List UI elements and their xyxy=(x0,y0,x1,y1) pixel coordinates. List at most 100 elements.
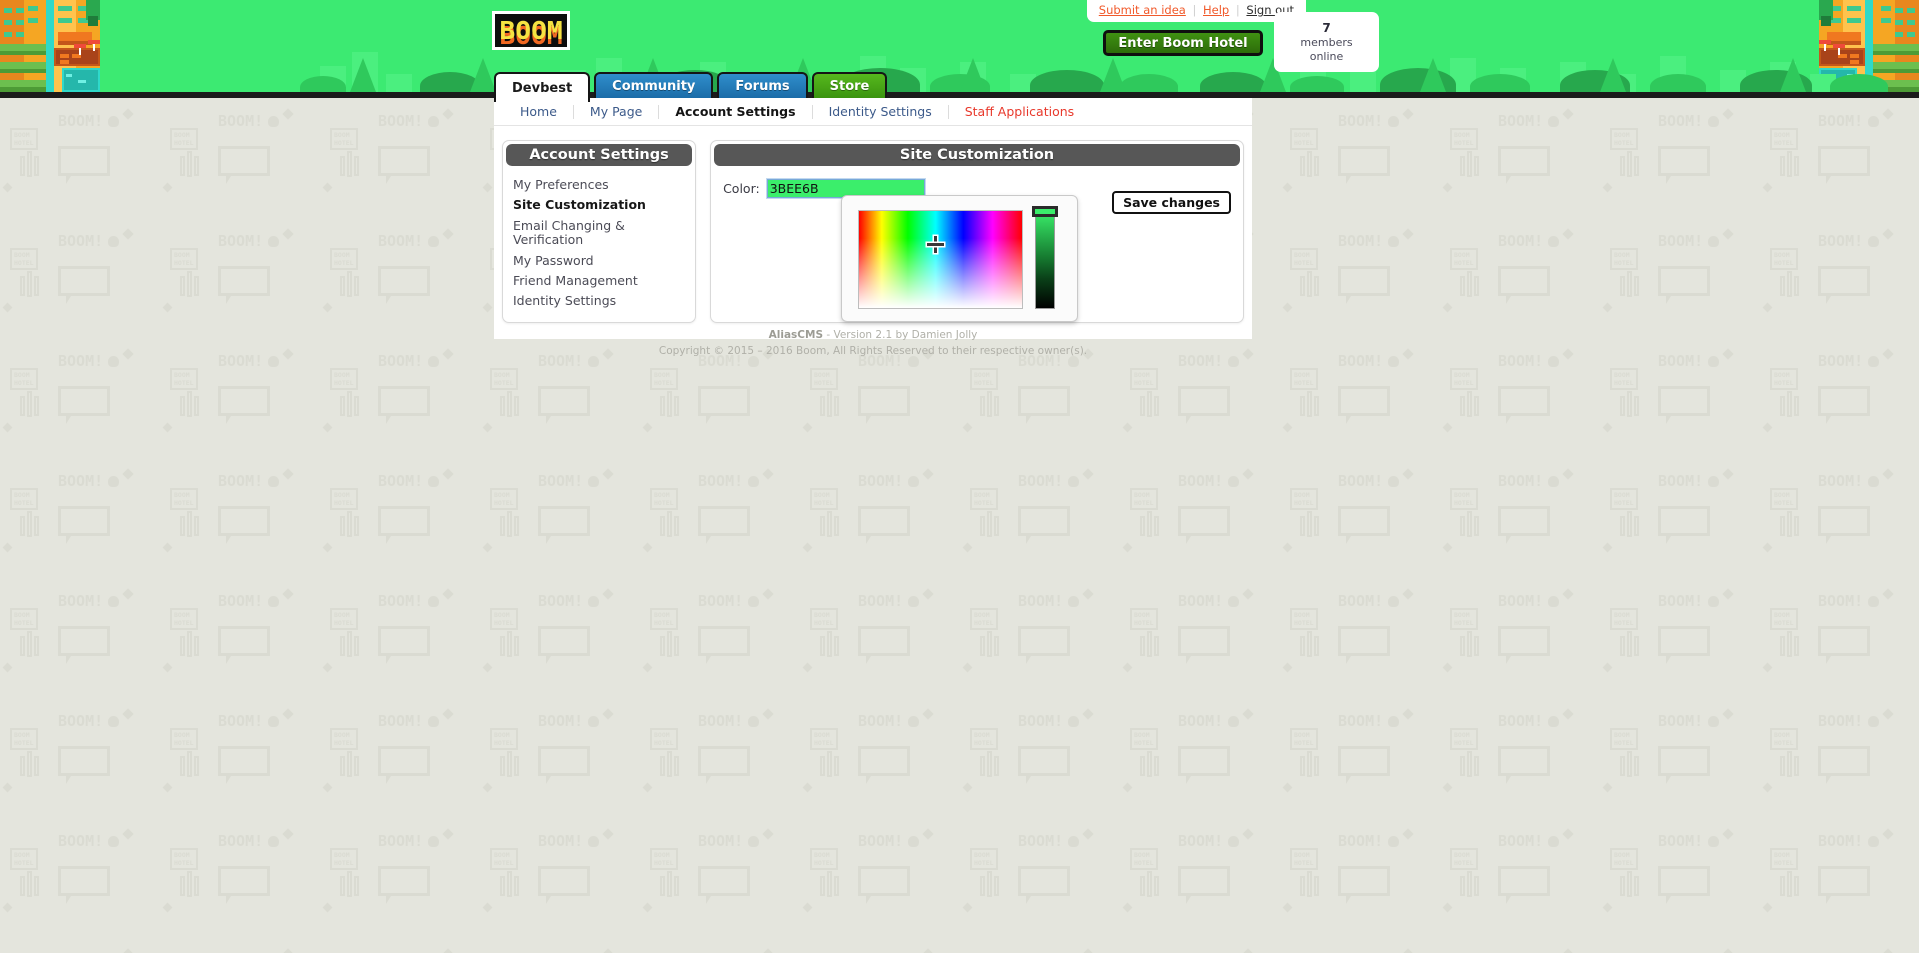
watermark-diamond xyxy=(1882,588,1894,600)
watermark-diamond xyxy=(602,948,614,953)
watermark-speech-bubble xyxy=(1818,746,1870,776)
watermark-building xyxy=(1314,876,1319,896)
watermark-boom-hotel-badge: BOOM HOTEL xyxy=(1290,848,1318,871)
watermark-diamond xyxy=(1242,588,1254,600)
watermark-speech-bubble-tail xyxy=(1826,656,1831,664)
watermark-speech-bubble-tail xyxy=(66,776,71,784)
subnav-item-staff-applications[interactable]: Staff Applications xyxy=(949,104,1090,119)
watermark-skull xyxy=(908,716,919,727)
submit-an-idea-link[interactable]: Submit an idea xyxy=(1099,3,1186,17)
watermark-diamond xyxy=(1402,588,1414,600)
watermark-speech-bubble xyxy=(538,386,590,416)
watermark-speech-bubble-tail xyxy=(1826,536,1831,544)
watermark-building xyxy=(1787,751,1792,777)
watermark-building xyxy=(827,631,832,657)
watermark-building xyxy=(1780,516,1785,536)
watermark-boom-text: BOOM! xyxy=(1178,472,1224,490)
watermark-speech-bubble-tail xyxy=(1186,896,1191,904)
watermark-diamond xyxy=(1722,828,1734,840)
watermark-heart xyxy=(162,662,173,673)
watermark-building xyxy=(514,756,519,776)
watermark-heart xyxy=(1122,422,1133,433)
sidebar-item-my-password[interactable]: My Password xyxy=(513,251,695,271)
subnav-item-identity-settings[interactable]: Identity Settings xyxy=(813,104,948,119)
footer-copyright: Copyright © 2015 – 2016 Boom, All Rights… xyxy=(658,344,1088,357)
watermark-speech-bubble xyxy=(378,266,430,296)
watermark-heart xyxy=(642,542,653,553)
save-changes-button[interactable]: Save changes xyxy=(1112,191,1231,214)
watermark-skull xyxy=(428,356,439,367)
watermark-speech-bubble-tail xyxy=(1506,896,1511,904)
watermark-heart xyxy=(1762,182,1773,193)
subnav-item-my-page[interactable]: My Page xyxy=(574,104,658,119)
sidebar-item-identity-settings[interactable]: Identity Settings xyxy=(513,291,695,311)
watermark-boom-text: BOOM! xyxy=(1498,832,1544,850)
watermark-building xyxy=(820,636,825,656)
watermark-skull xyxy=(908,476,919,487)
watermark-diamond xyxy=(1242,468,1254,480)
brightness-slider[interactable] xyxy=(1035,210,1056,309)
watermark-boom-hotel-badge: BOOM HOTEL xyxy=(650,368,678,391)
watermark-boom-hotel-badge: BOOM HOTEL xyxy=(1130,848,1158,871)
pixel-art-block xyxy=(1827,32,1861,41)
watermark-boom-hotel-badge: BOOM HOTEL xyxy=(810,368,838,391)
watermark-building xyxy=(1627,391,1632,417)
sidebar-item-my-preferences[interactable]: My Preferences xyxy=(513,175,695,195)
enter-boom-hotel-button[interactable]: Enter Boom Hotel xyxy=(1103,30,1263,56)
subnav-item-account-settings[interactable]: Account Settings xyxy=(659,104,811,119)
watermark-boom-text: BOOM! xyxy=(1018,712,1064,730)
watermark-diamond xyxy=(442,108,454,120)
watermark-building xyxy=(1460,876,1465,896)
pixel-art-block xyxy=(58,32,92,41)
boom-logo[interactable]: BOOM xyxy=(492,11,570,50)
sidebar-item-friend-management[interactable]: Friend Management xyxy=(513,271,695,291)
sidebar-item-site-customization[interactable]: Site Customization xyxy=(513,195,695,215)
watermark-boom-hotel-badge: BOOM HOTEL xyxy=(1130,488,1158,511)
watermark-building xyxy=(20,876,25,896)
saturation-value-map[interactable] xyxy=(858,210,1024,309)
sidebar-item-email-changing[interactable]: Email Changing & Verification xyxy=(513,216,695,251)
watermark-speech-bubble xyxy=(1818,386,1870,416)
watermark-building xyxy=(1627,151,1632,177)
tab-forums[interactable]: Forums xyxy=(717,72,808,98)
brightness-slider-thumb[interactable] xyxy=(1032,206,1059,217)
watermark-boom-text: BOOM! xyxy=(1818,112,1864,130)
site-customization-title: Site Customization xyxy=(714,144,1240,166)
tab-store[interactable]: Store xyxy=(811,72,888,98)
watermark-boom-text: BOOM! xyxy=(58,112,104,130)
watermark-skull xyxy=(1708,716,1719,727)
watermark-boom-hotel-badge: BOOM HOTEL xyxy=(10,128,38,151)
watermark-speech-bubble-tail xyxy=(866,656,871,664)
watermark-building xyxy=(27,271,32,297)
pixel-art-block xyxy=(0,80,46,87)
watermark-building xyxy=(340,276,345,296)
main-tabs: Devbest Community Forums Store xyxy=(494,72,891,102)
watermark-boom-text: BOOM! xyxy=(218,472,264,490)
watermark-heart xyxy=(1442,662,1453,673)
watermark-building xyxy=(1307,391,1312,417)
color-picker-popup[interactable] xyxy=(841,195,1079,322)
watermark-boom-hotel-badge: BOOM HOTEL xyxy=(1610,368,1638,391)
watermark-speech-bubble-tail xyxy=(546,656,551,664)
tab-devbest[interactable]: Devbest xyxy=(494,72,591,102)
watermark-building xyxy=(180,156,185,176)
watermark-diamond xyxy=(442,948,454,953)
watermark-speech-bubble xyxy=(218,266,270,296)
watermark-building xyxy=(507,511,512,537)
watermark-building xyxy=(1460,276,1465,296)
watermark-building xyxy=(1140,636,1145,656)
pixel-art-block xyxy=(1850,54,1859,58)
watermark-building xyxy=(660,876,665,896)
help-link[interactable]: Help xyxy=(1203,3,1229,17)
watermark-skull xyxy=(1548,356,1559,367)
watermark-building xyxy=(1474,876,1479,896)
watermark-boom-hotel-badge: BOOM HOTEL xyxy=(1610,848,1638,871)
subnav-item-home[interactable]: Home xyxy=(504,104,573,119)
tab-community[interactable]: Community xyxy=(594,72,714,98)
watermark-building xyxy=(1467,871,1472,897)
watermark-speech-bubble xyxy=(1658,746,1710,776)
watermark-building xyxy=(1154,396,1159,416)
watermark-diamond xyxy=(122,828,134,840)
watermark-heart xyxy=(322,902,333,913)
watermark-diamond xyxy=(1242,708,1254,720)
